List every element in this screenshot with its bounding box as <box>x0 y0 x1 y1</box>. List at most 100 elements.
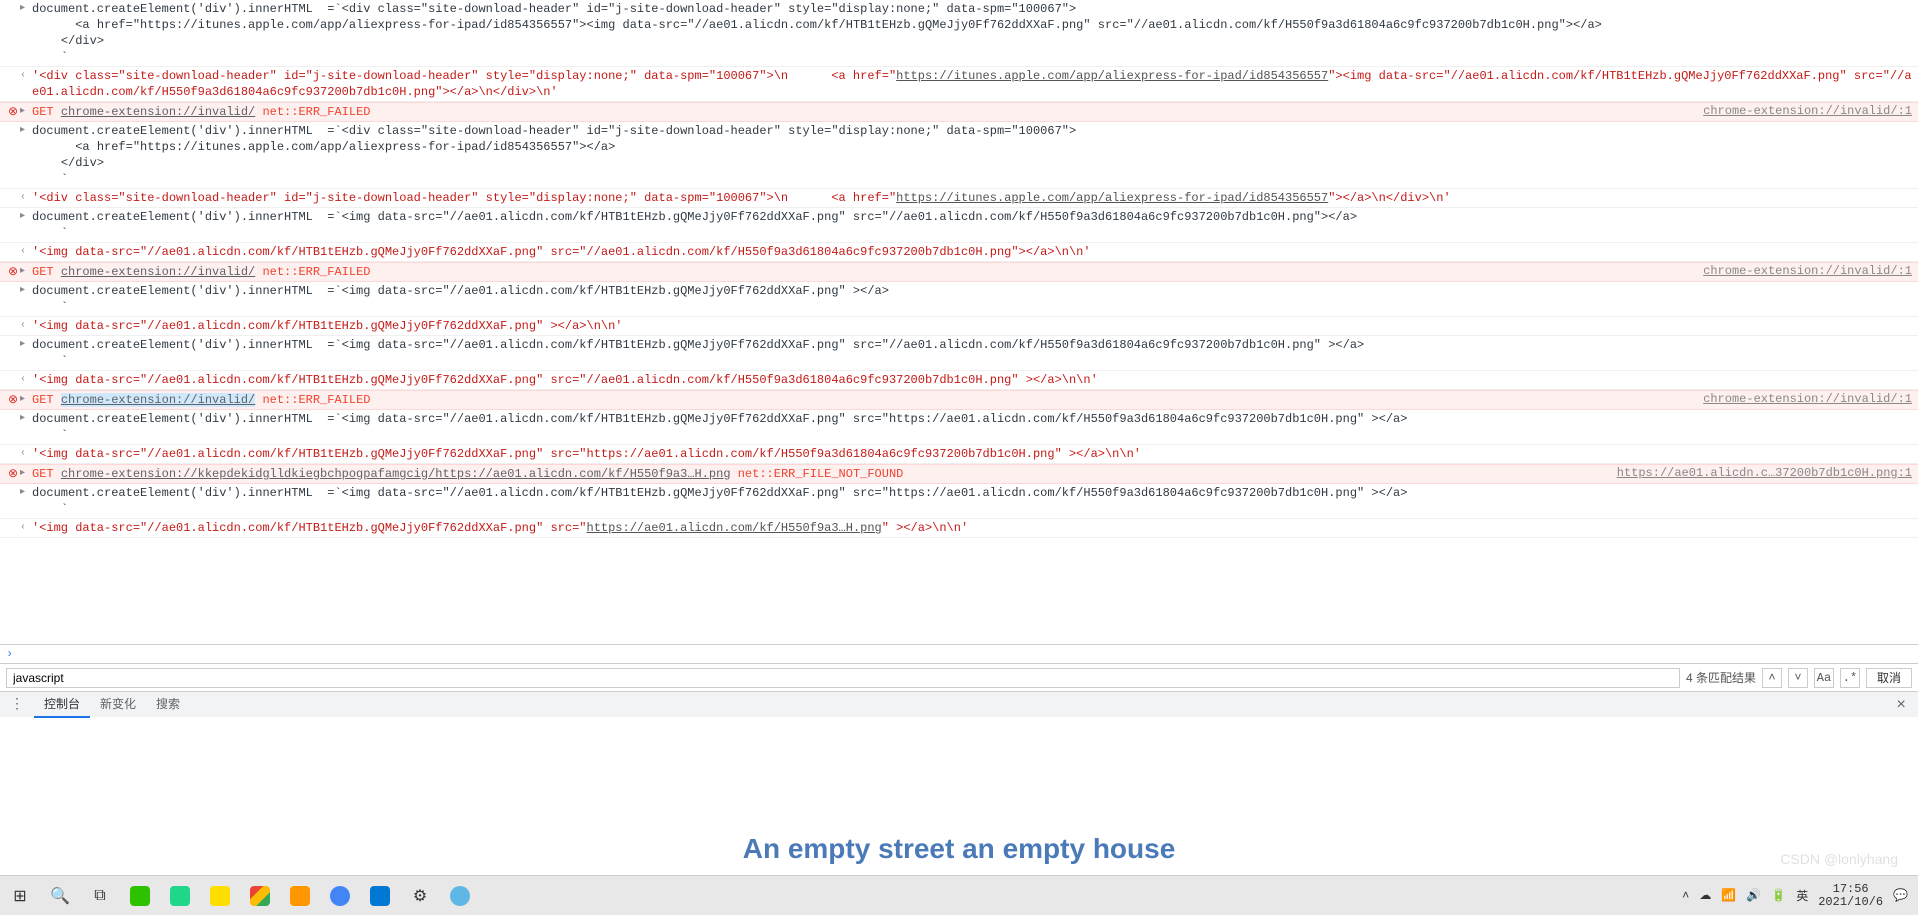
disclosure-triangle-icon[interactable]: ▸ <box>20 123 32 139</box>
next-match-button[interactable]: ˅ <box>1788 668 1808 688</box>
log-text: GET chrome-extension://kkepdekidglldkieg… <box>32 466 1597 482</box>
console-log-row[interactable]: ▸document.createElement('div').innerHTML… <box>0 484 1918 519</box>
console-err-row[interactable]: ⊗▸GET chrome-extension://invalid/ net::E… <box>0 390 1918 410</box>
match-case-button[interactable]: Aa <box>1814 668 1834 688</box>
drawer-menu-icon[interactable]: ⋮ <box>0 696 34 713</box>
source-link[interactable]: chrome-extension://invalid/:1 <box>1683 264 1912 278</box>
source-link[interactable]: chrome-extension://invalid/:1 <box>1683 104 1912 118</box>
error-icon: ⊗ <box>6 104 20 119</box>
app-pycharm-icon[interactable] <box>160 876 200 916</box>
disclosure-triangle-icon[interactable]: ‹ <box>20 244 32 260</box>
console-err-row[interactable]: ⊗▸GET chrome-extension://invalid/ net::E… <box>0 262 1918 282</box>
disclosure-triangle-icon[interactable]: ▸ <box>20 337 32 353</box>
regex-button[interactable]: .* <box>1840 668 1860 688</box>
watermark-text: CSDN @lonlyhang <box>1780 851 1898 867</box>
log-text: document.createElement('div').innerHTML … <box>32 485 1912 517</box>
source-link[interactable]: chrome-extension://invalid/:1 <box>1683 392 1912 406</box>
search-icon[interactable]: 🔍 <box>40 876 80 916</box>
log-text: GET chrome-extension://invalid/ net::ERR… <box>32 264 1683 280</box>
log-text: '<img data-src="//ae01.alicdn.com/kf/HTB… <box>32 244 1912 260</box>
log-text: document.createElement('div').innerHTML … <box>32 1 1912 65</box>
tab-console[interactable]: 控制台 <box>34 692 90 718</box>
console-err-row[interactable]: ⊗▸GET chrome-extension://invalid/ net::E… <box>0 102 1918 122</box>
app-sublime-icon[interactable] <box>280 876 320 916</box>
disclosure-triangle-icon[interactable]: ‹ <box>20 318 32 334</box>
console-ret-row[interactable]: ‹'<div class="site-download-header" id="… <box>0 189 1918 208</box>
video-subtitle: An empty street an empty house <box>743 833 1176 865</box>
match-count: 4 条匹配结果 <box>1686 669 1756 686</box>
app-browser-icon[interactable] <box>440 876 480 916</box>
tray-clock[interactable]: 17:562021/10/6 <box>1818 883 1883 909</box>
console-ret-row[interactable]: ‹'<img data-src="//ae01.alicdn.com/kf/HT… <box>0 371 1918 390</box>
tray-up-icon[interactable]: ˄ <box>1682 889 1689 903</box>
url-link[interactable]: https://itunes.apple.com/app/aliexpress-… <box>896 191 1328 205</box>
app-wechat-icon[interactable] <box>120 876 160 916</box>
console-log-row[interactable]: ▸document.createElement('div').innerHTML… <box>0 410 1918 445</box>
tray-wifi-icon[interactable]: 📶 <box>1721 888 1736 903</box>
tab-whatsnew[interactable]: 新变化 <box>90 692 146 718</box>
app-chrome-icon[interactable] <box>240 876 280 916</box>
tray-volume-icon[interactable]: 🔊 <box>1746 888 1761 903</box>
tray-notifications-icon[interactable]: 💬 <box>1893 888 1908 903</box>
console-log-row[interactable]: ▸document.createElement('div').innerHTML… <box>0 122 1918 189</box>
source-link[interactable]: https://ae01.alicdn.c…37200b7db1c0H.png:… <box>1597 466 1912 480</box>
close-drawer-icon[interactable]: × <box>1884 696 1918 714</box>
disclosure-triangle-icon[interactable]: ▸ <box>20 283 32 299</box>
disclosure-triangle-icon[interactable]: ‹ <box>20 446 32 462</box>
app-music-icon[interactable] <box>200 876 240 916</box>
disclosure-triangle-icon[interactable]: ▸ <box>20 104 32 120</box>
disclosure-triangle-icon[interactable]: ▸ <box>20 392 32 408</box>
url-link[interactable]: https://ae01.alicdn.com/kf/H550f9a3…H.pn… <box>587 521 882 535</box>
disclosure-triangle-icon[interactable]: ▸ <box>20 209 32 225</box>
console-err-row[interactable]: ⊗▸GET chrome-extension://kkepdekidglldki… <box>0 464 1918 484</box>
console-prompt[interactable]: › <box>0 645 1918 663</box>
app-chromium-icon[interactable] <box>320 876 360 916</box>
console-log-row[interactable]: ▸document.createElement('div').innerHTML… <box>0 208 1918 243</box>
tray-cloud-icon[interactable]: ☁ <box>1699 888 1711 903</box>
log-text: '<img data-src="//ae01.alicdn.com/kf/HTB… <box>32 520 1912 536</box>
log-text: '<div class="site-download-header" id="j… <box>32 190 1912 206</box>
filter-input[interactable] <box>6 668 1680 688</box>
console-log-row[interactable]: ▸document.createElement('div').innerHTML… <box>0 0 1918 67</box>
console-ret-row[interactable]: ‹'<img data-src="//ae01.alicdn.com/kf/HT… <box>0 519 1918 538</box>
console-log-row[interactable]: ▸document.createElement('div').innerHTML… <box>0 336 1918 371</box>
tab-search[interactable]: 搜索 <box>146 692 190 718</box>
console-output[interactable]: ▸document.createElement('div').innerHTML… <box>0 0 1918 645</box>
prev-match-button[interactable]: ˄ <box>1762 668 1782 688</box>
console-log-row[interactable]: ▸document.createElement('div').innerHTML… <box>0 282 1918 317</box>
console-ret-row[interactable]: ‹'<img data-src="//ae01.alicdn.com/kf/HT… <box>0 243 1918 262</box>
log-text: '<div class="site-download-header" id="j… <box>32 68 1912 100</box>
app-phone-icon[interactable] <box>360 876 400 916</box>
disclosure-triangle-icon[interactable]: ‹ <box>20 520 32 536</box>
task-view-icon[interactable]: ⧉ <box>80 876 120 916</box>
disclosure-triangle-icon[interactable]: ‹ <box>20 68 32 84</box>
disclosure-triangle-icon[interactable]: ‹ <box>20 372 32 388</box>
disclosure-triangle-icon[interactable]: ▸ <box>20 264 32 280</box>
tray-ime[interactable]: 英 <box>1796 887 1808 904</box>
url-link[interactable]: chrome-extension://invalid/ <box>61 393 255 407</box>
start-button[interactable]: ⊞ <box>0 876 40 916</box>
cancel-filter-button[interactable]: 取消 <box>1866 668 1912 688</box>
tray-battery-icon[interactable]: 🔋 <box>1771 888 1786 903</box>
error-icon: ⊗ <box>6 392 20 407</box>
url-link[interactable]: https://itunes.apple.com/app/aliexpress-… <box>896 69 1328 83</box>
url-link[interactable]: chrome-extension://invalid/ <box>61 265 255 279</box>
error-icon: ⊗ <box>6 264 20 279</box>
disclosure-triangle-icon[interactable]: ▸ <box>20 466 32 482</box>
console-ret-row[interactable]: ‹'<img data-src="//ae01.alicdn.com/kf/HT… <box>0 317 1918 336</box>
console-ret-row[interactable]: ‹'<img data-src="//ae01.alicdn.com/kf/HT… <box>0 445 1918 464</box>
log-text: '<img data-src="//ae01.alicdn.com/kf/HTB… <box>32 372 1912 388</box>
disclosure-triangle-icon[interactable]: ▸ <box>20 485 32 501</box>
drawer-tabs: ⋮ 控制台 新变化 搜索 × <box>0 691 1918 717</box>
disclosure-triangle-icon[interactable]: ▸ <box>20 411 32 427</box>
filter-bar: 4 条匹配结果 ˄ ˅ Aa .* 取消 <box>0 663 1918 691</box>
disclosure-triangle-icon[interactable]: ‹ <box>20 190 32 206</box>
console-ret-row[interactable]: ‹'<div class="site-download-header" id="… <box>0 67 1918 102</box>
url-link[interactable]: chrome-extension://invalid/ <box>61 105 255 119</box>
log-text: document.createElement('div').innerHTML … <box>32 411 1912 443</box>
log-text: document.createElement('div').innerHTML … <box>32 123 1912 187</box>
log-text: GET chrome-extension://invalid/ net::ERR… <box>32 392 1683 408</box>
url-link[interactable]: chrome-extension://kkepdekidglldkiegbchp… <box>61 467 731 481</box>
disclosure-triangle-icon[interactable]: ▸ <box>20 1 32 17</box>
app-settings-icon[interactable]: ⚙ <box>400 876 440 916</box>
